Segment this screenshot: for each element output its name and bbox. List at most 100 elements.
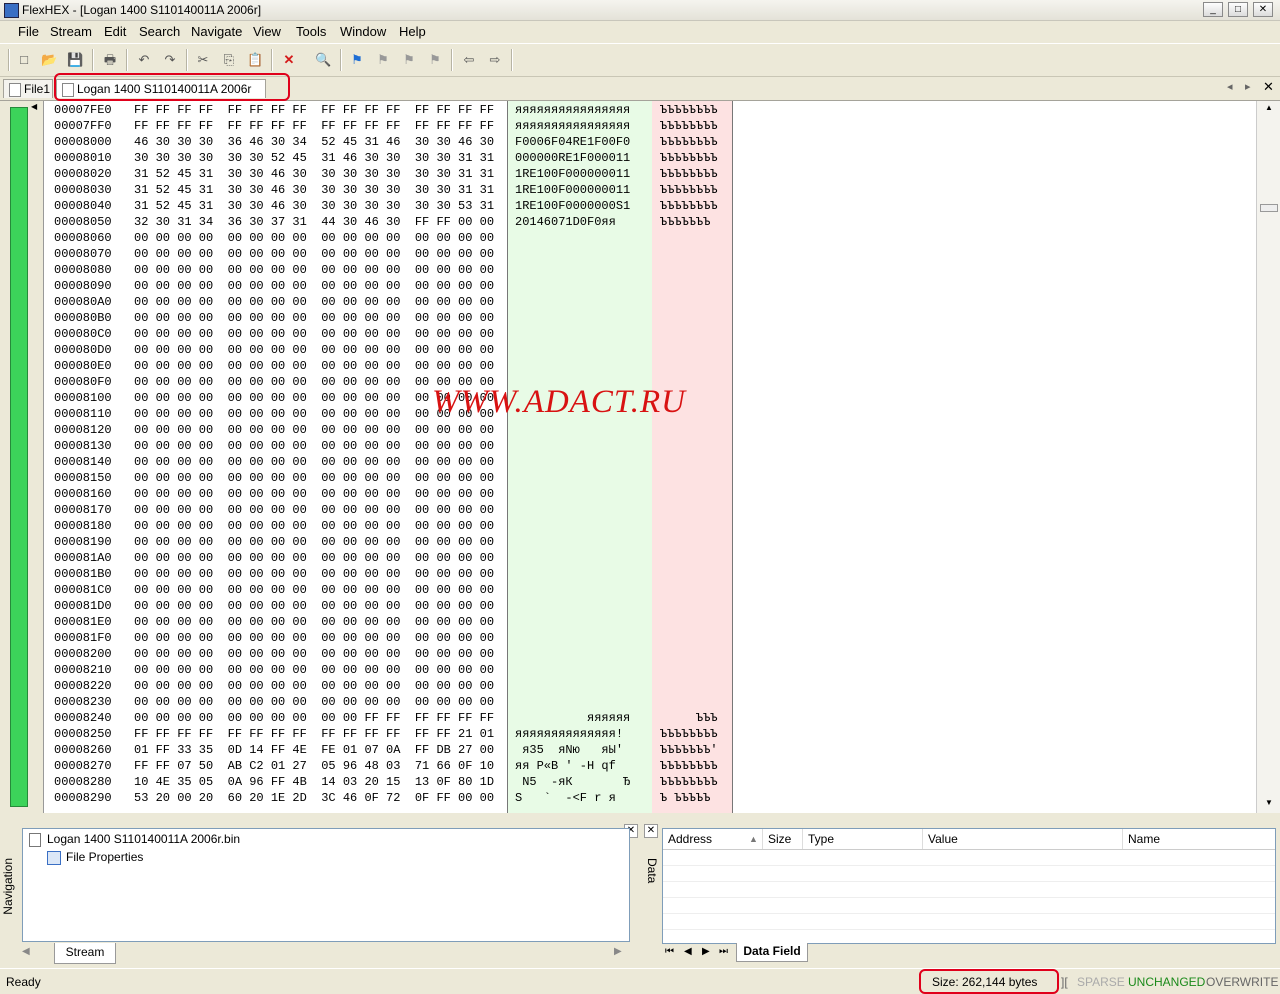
alt-charset-cell[interactable]: ЪЪЪЪЪЪЪ' <box>660 742 718 758</box>
ascii-cell[interactable]: 1RE100F0000000S1 <box>515 198 630 214</box>
ascii-cell[interactable]: яяяяяяяяяяяяяяяя <box>515 118 630 134</box>
bytes-cell[interactable]: FF FF FF FF FF FF FF FF FF FF FF FF FF F… <box>134 118 494 134</box>
alt-charset-cell[interactable]: ЪЪЪЪЪЪЪЪ <box>660 166 718 182</box>
bytes-cell[interactable]: 00 00 00 00 00 00 00 00 00 00 00 00 00 0… <box>134 678 494 694</box>
bytes-cell[interactable]: 31 52 45 31 30 30 46 30 30 30 30 30 30 3… <box>134 166 494 182</box>
open-icon[interactable]: 📂 <box>41 52 57 68</box>
last-record-icon[interactable]: ⏭ <box>719 946 728 957</box>
bytes-cell[interactable]: 00 00 00 00 00 00 00 00 00 00 00 00 00 0… <box>134 614 494 630</box>
alt-charset-cell[interactable]: ЪЪЪЪЪЪЪЪ <box>660 758 718 774</box>
scroll-up-icon[interactable]: ▲ <box>1265 103 1273 112</box>
bytes-cell[interactable]: FF FF FF FF FF FF FF FF FF FF FF FF FF F… <box>134 726 494 742</box>
bytes-cell[interactable]: 00 00 00 00 00 00 00 00 00 00 00 00 00 0… <box>134 662 494 678</box>
column-size[interactable]: Size <box>763 829 803 849</box>
column-name[interactable]: Name <box>1123 829 1275 849</box>
bytes-cell[interactable]: 00 00 00 00 00 00 00 00 00 00 FF FF FF F… <box>134 710 494 726</box>
save-icon[interactable]: 💾 <box>67 52 83 68</box>
navigation-label[interactable]: Navigation <box>1 858 17 915</box>
prev-record-icon[interactable]: ◀ <box>684 946 692 957</box>
flag-next-icon[interactable]: ⚑ <box>401 52 417 68</box>
bytes-cell[interactable]: 00 00 00 00 00 00 00 00 00 00 00 00 00 0… <box>134 566 494 582</box>
next-record-icon[interactable]: ▶ <box>702 946 710 957</box>
first-record-icon[interactable]: ⏮ <box>665 946 674 957</box>
ascii-cell[interactable]: N5 -яК Ђ <box>515 774 630 790</box>
nav-scroll-right-icon[interactable]: ▶ <box>614 946 622 957</box>
bytes-cell[interactable]: 00 00 00 00 00 00 00 00 00 00 00 00 00 0… <box>134 598 494 614</box>
copy-icon[interactable]: ⎘ <box>221 52 237 68</box>
bytes-cell[interactable]: 01 FF 33 35 0D 14 FF 4E FE 01 07 0A FF D… <box>134 742 494 758</box>
ascii-cell[interactable]: 1RE100F000000011 <box>515 182 630 198</box>
bytes-cell[interactable]: 00 00 00 00 00 00 00 00 00 00 00 00 00 0… <box>134 278 494 294</box>
bytes-cell[interactable]: 00 00 00 00 00 00 00 00 00 00 00 00 00 0… <box>134 630 494 646</box>
menu-window[interactable]: Window <box>340 24 386 39</box>
menu-search[interactable]: Search <box>139 24 180 39</box>
hex-area[interactable]: 00007FE0 FF FF FF FF FF FF FF FF FF FF FF… <box>44 101 1256 813</box>
bytes-cell[interactable]: 46 30 30 30 36 46 30 34 52 45 31 46 30 3… <box>134 134 494 150</box>
bytes-cell[interactable]: 00 00 00 00 00 00 00 00 00 00 00 00 00 0… <box>134 454 494 470</box>
find-icon[interactable]: 🔍 <box>315 52 331 68</box>
bytes-cell[interactable]: 00 00 00 00 00 00 00 00 00 00 00 00 00 0… <box>134 230 494 246</box>
alt-charset-cell[interactable]: ЪЪЪЪЪЪЪЪ <box>660 150 718 166</box>
redo-icon[interactable]: ↷ <box>162 52 178 68</box>
bytes-cell[interactable]: 00 00 00 00 00 00 00 00 00 00 00 00 00 0… <box>134 294 494 310</box>
column-value[interactable]: Value <box>923 829 1123 849</box>
ascii-cell[interactable]: яяяяяяяяяяяяяя! <box>515 726 623 742</box>
nav-scroll-left-icon[interactable]: ◀ <box>22 946 30 957</box>
new-icon[interactable]: □ <box>16 52 32 68</box>
alt-charset-cell[interactable]: ЪЪЪЪЪЪЪЪ <box>660 774 718 790</box>
alt-charset-cell[interactable]: ЪЪЪЪЪЪЪ <box>660 214 710 230</box>
hex-editor[interactable]: ◀ 00007FE0 FF FF FF FF FF FF FF FF FF FF … <box>0 101 1280 813</box>
bytes-cell[interactable]: 00 00 00 00 00 00 00 00 00 00 00 00 00 0… <box>134 582 494 598</box>
alt-charset-cell[interactable]: ЪЪЪЪЪЪЪЪ <box>660 182 718 198</box>
bytes-cell[interactable]: 00 00 00 00 00 00 00 00 00 00 00 00 00 0… <box>134 470 494 486</box>
bytes-cell[interactable]: 53 20 00 20 60 20 1E 2D 3C 46 0F 72 0F F… <box>134 790 494 806</box>
bytes-cell[interactable]: 00 00 00 00 00 00 00 00 00 00 00 00 00 0… <box>134 438 494 454</box>
tab-data-field[interactable]: Data Field <box>736 943 808 962</box>
tree-file-item[interactable]: Logan 1400 S110140011A 2006r.bin <box>47 832 240 846</box>
ascii-cell[interactable]: 000000RE1F000011 <box>515 150 630 166</box>
bytes-cell[interactable]: 00 00 00 00 00 00 00 00 00 00 00 00 00 0… <box>134 646 494 662</box>
ascii-cell[interactable]: F0006F04RE1F00F0 <box>515 134 630 150</box>
bytes-cell[interactable]: 00 00 00 00 00 00 00 00 00 00 00 00 00 0… <box>134 534 494 550</box>
bytes-cell[interactable]: 00 00 00 00 00 00 00 00 00 00 00 00 00 0… <box>134 342 494 358</box>
menu-stream[interactable]: Stream <box>50 24 92 39</box>
alt-charset-cell[interactable]: ЪЪЪЪЪЪЪЪ <box>660 198 718 214</box>
menu-tools[interactable]: Tools <box>296 24 326 39</box>
bytes-cell[interactable]: 31 52 45 31 30 30 46 30 30 30 30 30 30 3… <box>134 182 494 198</box>
bytes-cell[interactable]: 00 00 00 00 00 00 00 00 00 00 00 00 00 0… <box>134 310 494 326</box>
bytes-cell[interactable]: 00 00 00 00 00 00 00 00 00 00 00 00 00 0… <box>134 262 494 278</box>
undo-icon[interactable]: ↶ <box>136 52 152 68</box>
tab-close-icon[interactable]: ✕ <box>1263 79 1274 95</box>
data-close-icon[interactable]: ✕ <box>644 824 658 838</box>
menu-help[interactable]: Help <box>399 24 426 39</box>
minimize-button[interactable]: _ <box>1203 2 1223 17</box>
ascii-cell[interactable]: 20146071D0F0яя <box>515 214 616 230</box>
flag-clear-icon[interactable]: ⚑ <box>427 52 443 68</box>
flag-icon[interactable]: ⚑ <box>349 52 365 68</box>
bytes-cell[interactable]: 31 52 45 31 30 30 46 30 30 30 30 30 30 3… <box>134 198 494 214</box>
data-label[interactable]: Data <box>643 858 659 883</box>
delete-icon[interactable]: ✕ <box>281 52 297 68</box>
ascii-cell[interactable]: S ` -<F r я <box>515 790 616 806</box>
alt-charset-cell[interactable]: ЪЪЪЪЪЪЪЪ <box>660 726 718 742</box>
ascii-cell[interactable]: я35 яNю яЫ' <box>515 742 623 758</box>
bytes-cell[interactable]: 00 00 00 00 00 00 00 00 00 00 00 00 00 0… <box>134 246 494 262</box>
tab-prev-icon[interactable]: ◂ <box>1227 80 1233 93</box>
menu-edit[interactable]: Edit <box>104 24 126 39</box>
bytes-cell[interactable]: 10 4E 35 05 0A 96 FF 4B 14 03 20 15 13 0… <box>134 774 494 790</box>
bytes-cell[interactable]: 00 00 00 00 00 00 00 00 00 00 00 00 00 0… <box>134 326 494 342</box>
bytes-cell[interactable]: 00 00 00 00 00 00 00 00 00 00 00 00 00 0… <box>134 502 494 518</box>
tree-file-properties[interactable]: File Properties <box>66 850 143 864</box>
scroll-down-icon[interactable]: ▼ <box>1265 798 1273 807</box>
ascii-cell[interactable]: яяяяяя <box>515 710 630 726</box>
tab-stream[interactable]: Stream <box>54 943 116 964</box>
forward-icon[interactable]: ⇨ <box>487 52 503 68</box>
bytes-cell[interactable]: 00 00 00 00 00 00 00 00 00 00 00 00 00 0… <box>134 518 494 534</box>
vertical-scrollbar[interactable]: ▲ ▼ <box>1256 101 1280 813</box>
bytes-cell[interactable]: 30 30 30 30 30 30 52 45 31 46 30 30 30 3… <box>134 150 494 166</box>
alt-charset-cell[interactable]: Ъ ЪЪЪЪЪ <box>660 790 710 806</box>
menu-view[interactable]: View <box>253 24 281 39</box>
back-icon[interactable]: ⇦ <box>461 52 477 68</box>
bytes-cell[interactable]: FF FF 07 50 AB C2 01 27 05 96 48 03 71 6… <box>134 758 494 774</box>
ascii-cell[interactable]: яя P«В ' -H qf <box>515 758 616 774</box>
